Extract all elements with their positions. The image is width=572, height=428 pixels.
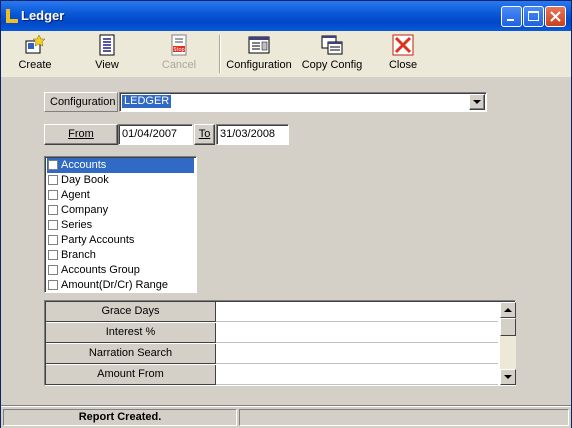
configuration-label-text: Configuration (50, 96, 116, 108)
list-item[interactable]: Amount(Dr/Cr) Range (47, 278, 194, 293)
scroll-up-button[interactable] (500, 302, 516, 318)
grid-scrollbar[interactable] (500, 302, 516, 385)
scroll-thumb[interactable] (500, 318, 516, 336)
cancel-label: Cancel (161, 59, 197, 71)
list-item[interactable]: Series (47, 218, 194, 233)
status-panel-empty (239, 409, 569, 426)
table-row: Narration Search (46, 344, 498, 365)
maximize-icon (528, 11, 539, 21)
configuration-field-label: Configuration (44, 92, 118, 112)
checkbox[interactable] (48, 250, 58, 260)
value-cell[interactable] (216, 323, 498, 343)
close-button[interactable]: Close (387, 33, 419, 75)
list-item[interactable]: Agent (47, 188, 194, 203)
close-icon (550, 11, 561, 22)
list-item-label: Series (61, 219, 93, 231)
close-window-button[interactable] (545, 6, 566, 27)
configuration-label: Configuration (226, 59, 292, 71)
view-label: View (95, 59, 119, 71)
list-item-label: Agent (61, 189, 90, 201)
from-button[interactable]: From (44, 124, 118, 145)
list-item-label: Day Book (61, 174, 109, 186)
row-header[interactable]: Amount From (46, 365, 216, 385)
row-header[interactable]: Grace Days (46, 302, 216, 322)
parameter-grid: Grace Days Interest % Narration Search A… (44, 300, 516, 386)
list-item-label: Accounts (61, 159, 107, 171)
checkbox[interactable] (48, 160, 58, 170)
table-row: Amount From (46, 365, 498, 386)
table-row: Grace Days (46, 302, 498, 323)
copy-config-button[interactable]: Copy Config (301, 33, 363, 75)
arrow-up-icon (504, 308, 512, 312)
list-item-label: Accounts Group (61, 264, 140, 276)
row-header[interactable]: Interest % (46, 323, 216, 343)
create-icon (25, 34, 46, 54)
configuration-button[interactable]: Configuration (226, 33, 292, 75)
configuration-select[interactable]: LEDGER (119, 92, 487, 112)
to-date-field[interactable]: 31/03/2008 (216, 124, 289, 145)
value-cell[interactable] (216, 344, 498, 364)
create-label: Create (18, 59, 52, 71)
title-bar[interactable]: Ledger (1, 1, 571, 31)
svg-text:Stop: Stop (173, 47, 184, 53)
list-item-label: Amount(Dr/Cr) Range (61, 279, 168, 291)
from-label: From (68, 128, 94, 140)
arrow-down-icon (504, 375, 512, 379)
copy-config-label: Copy Config (301, 59, 363, 71)
chevron-down-icon (473, 100, 481, 104)
view-button[interactable]: View (89, 33, 125, 75)
from-date-value: 01/04/2007 (122, 128, 178, 140)
scroll-down-button[interactable] (500, 369, 516, 385)
from-date-field[interactable]: 01/04/2007 (118, 124, 193, 145)
cancel-button[interactable]: Stop Cancel (159, 33, 199, 75)
to-date-value: 31/03/2008 (220, 128, 276, 140)
to-button[interactable]: To (194, 124, 215, 145)
configuration-select-value: LEDGER (122, 95, 172, 108)
value-cell[interactable] (216, 302, 498, 322)
list-item[interactable]: Company (47, 203, 194, 218)
minimize-icon (507, 19, 514, 21)
close-label: Close (388, 59, 418, 71)
list-item[interactable]: Branch (47, 248, 194, 263)
list-item[interactable]: Accounts (47, 158, 194, 173)
list-item[interactable]: Day Book (47, 173, 194, 188)
checkbox[interactable] (48, 220, 58, 230)
checkbox[interactable] (48, 235, 58, 245)
minimize-button[interactable] (501, 6, 522, 27)
close-icon (392, 34, 414, 56)
to-label: To (198, 128, 211, 140)
status-bar: Report Created. (1, 406, 571, 428)
checkbox[interactable] (48, 190, 58, 200)
filter-checklist[interactable]: Accounts Day Book Agent Company Series P… (44, 156, 197, 293)
toolbar-separator (219, 35, 220, 73)
table-row: Interest % (46, 323, 498, 344)
window-title: Ledger (21, 8, 65, 23)
list-item[interactable]: Accounts Group (47, 263, 194, 278)
stop-icon: Stop (171, 34, 187, 56)
list-item-label: Branch (61, 249, 96, 261)
list-item-label: Party Accounts (61, 234, 135, 246)
ledger-window: Ledger Create View Stop Cancel Configura… (0, 0, 572, 428)
configuration-icon (248, 36, 270, 54)
checkbox[interactable] (48, 175, 58, 185)
checkbox[interactable] (48, 205, 58, 215)
maximize-button[interactable] (523, 6, 544, 27)
list-item[interactable]: Party Accounts (47, 233, 194, 248)
app-icon (6, 9, 18, 23)
checkbox[interactable] (48, 280, 58, 290)
view-icon (99, 34, 115, 56)
create-button[interactable]: Create (15, 33, 55, 75)
checkbox[interactable] (48, 265, 58, 275)
row-header[interactable]: Narration Search (46, 344, 216, 364)
list-item-label: Company (61, 204, 109, 216)
toolbar: Create View Stop Cancel Configuration Co… (1, 31, 571, 77)
value-cell[interactable] (216, 365, 498, 385)
copy-config-icon (321, 35, 343, 55)
dropdown-button[interactable] (469, 94, 485, 110)
status-text: Report Created. (3, 409, 237, 426)
